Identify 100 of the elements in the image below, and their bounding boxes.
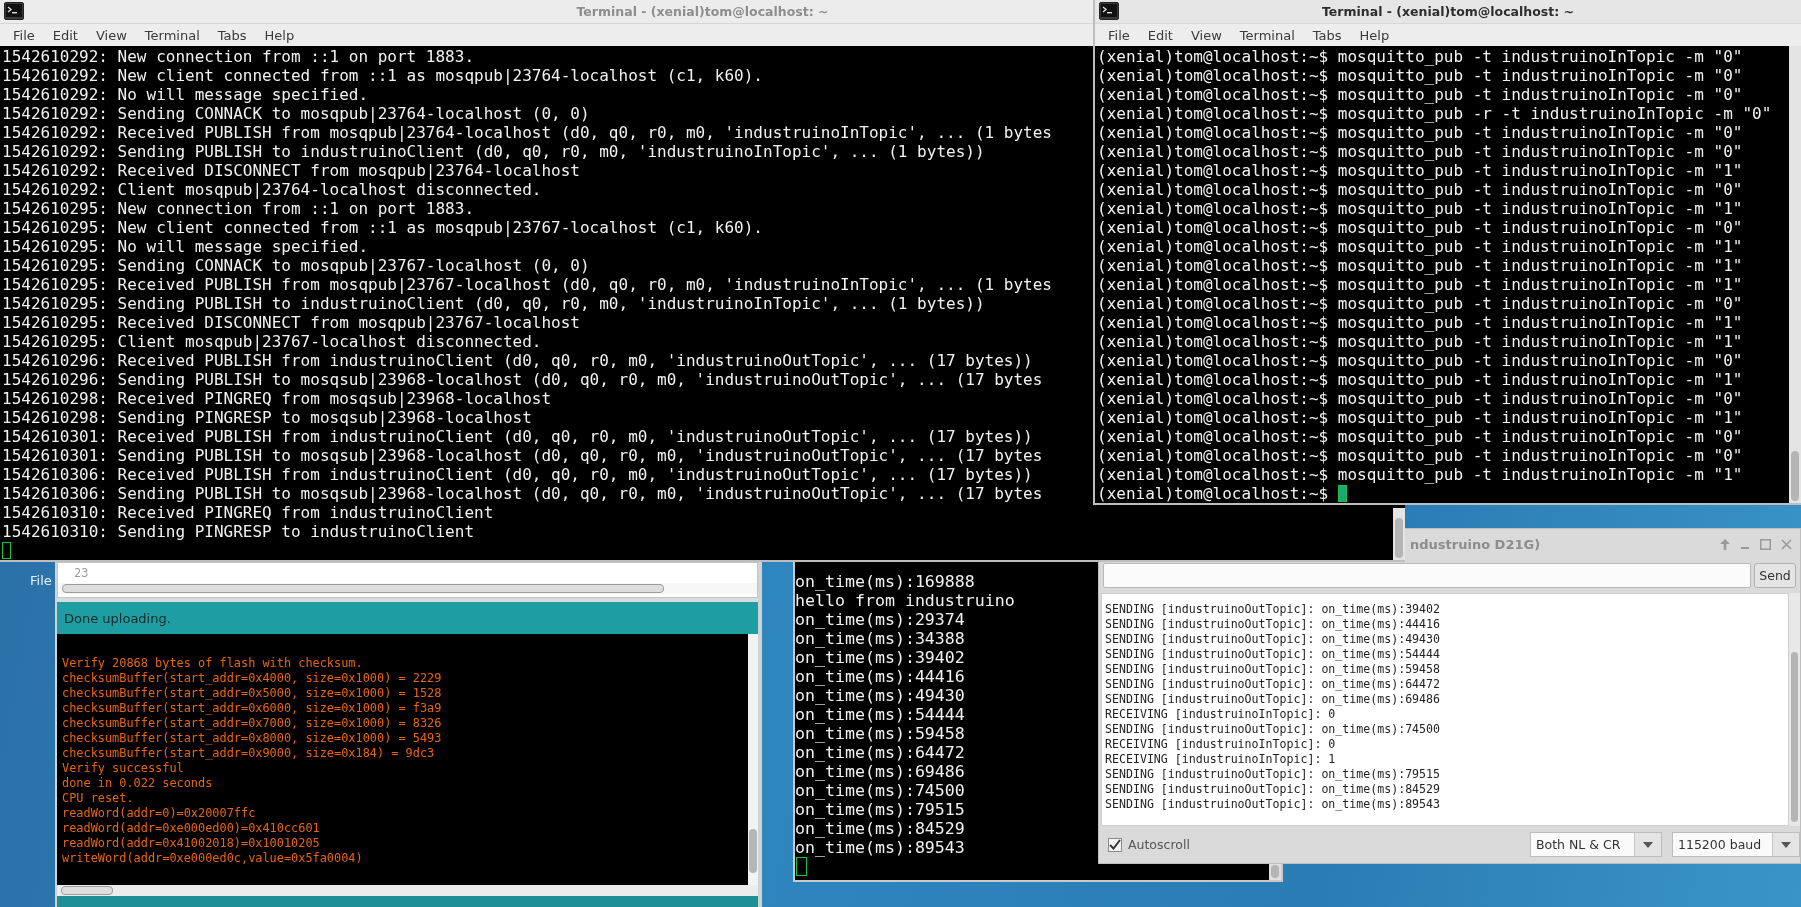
log-line: 1542610292: Client mosqpub|23764-localhost disconnected. [2, 180, 542, 199]
line-number: 23 [74, 566, 89, 580]
log-line: 1542610296: Received PUBLISH from industruinoClient (d0, q0, r0, m0, 'industruinoOutTopic', ... (17 bytes)) [2, 351, 1033, 370]
menu-item[interactable]: View [86, 27, 136, 43]
log-line: 1542610301: Sending PUBLISH to mosqsub|23968-localhost (d0, q0, r0, m0, 'industruinoOutTopic', ... (17 bytes [2, 446, 1043, 465]
menu-item[interactable]: File [4, 27, 44, 43]
command-line: (xenial)tom@localhost:~$ mosquitto_pub -t industruinoInTopic -m "1" [1097, 408, 1743, 427]
menu-item[interactable]: Tabs [1303, 27, 1351, 43]
command-line: (xenial)tom@localhost:~$ mosquitto_pub -t industruinoInTopic -m "0" [1097, 142, 1743, 161]
menu-item[interactable]: File [1099, 27, 1139, 43]
baud-rate-select[interactable]: 115200 baud [1672, 832, 1800, 857]
autoscroll-checkbox[interactable] [1108, 837, 1122, 852]
menu-item[interactable]: Tabs [208, 27, 256, 43]
output-line: on_time(ms):64472 [795, 743, 965, 762]
console-line: checksumBuffer(start_addr=0x5000, size=0x1000) = 1528 [62, 686, 442, 701]
log-line: 1542610292: Sending PUBLISH to industruinoClient (d0, q0, r0, m0, 'industruinoInTopic', ... (1 bytes)) [2, 142, 985, 161]
scrollbar-thumb[interactable] [1791, 652, 1798, 822]
output-line: on_time(ms):39402 [795, 648, 965, 667]
log-line: 1542610295: Sending PUBLISH to industruinoClient (d0, q0, r0, m0, 'industruinoInTopic', ... (1 bytes)) [2, 294, 985, 313]
menu-item[interactable]: File [30, 573, 52, 588]
log-line: 1542610306: Received PUBLISH from industruinoClient (d0, q0, r0, m0, 'industruinoOutTopic', ... (17 bytes)) [2, 465, 1033, 484]
menu-item[interactable]: Edit [1138, 27, 1182, 43]
scrollbar[interactable] [58, 583, 757, 594]
output-line: on_time(ms):169888 [795, 572, 975, 591]
console-line: Verify 20868 bytes of flash with checksum. [62, 656, 363, 671]
menu-item[interactable]: Terminal [1230, 27, 1304, 43]
log-line: 1542610298: Received PINGREQ from mosqsub|23968-localhost [2, 389, 552, 408]
scrollbar[interactable] [57, 885, 758, 896]
log-line: 1542610310: Received PINGREQ from industruinoClient [2, 503, 494, 522]
command-line: (xenial)tom@localhost:~$ mosquitto_pub -t industruinoInTopic -m "1" [1097, 199, 1743, 218]
checkbox-label: Autoscroll [1128, 837, 1191, 852]
command-line: (xenial)tom@localhost:~$ mosquitto_pub -t industruinoInTopic -m "0" [1097, 180, 1743, 199]
scrollbar[interactable] [1789, 593, 1800, 826]
console-line: CPU reset. [62, 791, 134, 806]
serial-line: SENDING [industruinoOutTopic]: on_time(ms):44416 [1105, 617, 1441, 632]
scrollbar-thumb[interactable] [62, 584, 664, 593]
log-line: 1542610296: Sending PUBLISH to mosqsub|23968-localhost (d0, q0, r0, m0, 'industruinoOutTopic', ... (17 bytes [2, 370, 1043, 389]
log-line: 1542610292: Received DISCONNECT from mosqpub|23764-localhost [2, 161, 580, 180]
serial-line: SENDING [industruinoOutTopic]: on_time(ms):39402 [1105, 602, 1441, 617]
command-line: (xenial)tom@localhost:~$ mosquitto_pub -t industruinoInTopic -m "1" [1097, 256, 1743, 275]
console-line: readWord(addr=0)=0x20007ffc [62, 806, 256, 821]
line-ending-select[interactable]: Both NL & CR [1530, 832, 1662, 857]
serial-line: SENDING [industruinoOutTopic]: on_time(ms):84529 [1105, 782, 1441, 797]
log-line: 1542610295: Received DISCONNECT from mosqpub|23767-localhost [2, 313, 580, 332]
command-line: (xenial)tom@localhost:~$ mosquitto_pub -t industruinoInTopic -m "0" [1097, 351, 1743, 370]
serial-line: RECEIVING [industruinoInTopic]: 1 [1105, 752, 1336, 767]
log-line: 1542610295: Sending CONNACK to mosqpub|23767-localhost (0, 0) [2, 256, 590, 275]
status-message: Done uploading. [64, 610, 171, 626]
log-line: 1542610295: Received PUBLISH from mosqpub|23767-localhost (d0, q0, r0, m0, 'industruinoInTopic', ... (1 bytes [2, 275, 1052, 294]
log-line: 1542610298: Sending PINGRESP to mosqsub|23968-localhost [2, 408, 532, 427]
scrollbar[interactable] [1789, 46, 1801, 503]
output-line: on_time(ms):89543 [795, 838, 965, 857]
serial-line: SENDING [industruinoOutTopic]: on_time(ms):74500 [1105, 722, 1441, 737]
log-line: 1542610295: New connection from ::1 on port 1883. [2, 199, 474, 218]
output-line: on_time(ms):49430 [795, 686, 965, 705]
console-line: checksumBuffer(start_addr=0x4000, size=0x1000) = 2229 [62, 671, 442, 686]
log-line: 1542610292: Received PUBLISH from mosqpub|23764-localhost (d0, q0, r0, m0, 'industruinoInTopic', ... (1 bytes [2, 123, 1052, 142]
scrollbar-thumb[interactable] [1395, 518, 1403, 558]
menu-item[interactable]: Help [255, 27, 304, 43]
command-line: (xenial)tom@localhost:~$ mosquitto_pub -t industruinoInTopic -m "1" [1097, 275, 1743, 294]
command-line: (xenial)tom@localhost:~$ mosquitto_pub -t industruinoInTopic -m "1" [1097, 465, 1743, 484]
output-line: hello from industruino [795, 591, 1015, 610]
scrollbar[interactable] [748, 634, 758, 885]
output-line: on_time(ms):74500 [795, 781, 965, 800]
log-line: 1542610292: New client connected from ::1 as mosqpub|23764-localhost (c1, k60). [2, 66, 763, 85]
console-line: readWord(addr=0xe000ed00)=0x410cc601 [62, 821, 320, 836]
console-line: readWord(addr=0x41002018)=0x10010205 [62, 836, 320, 851]
command-line: (xenial)tom@localhost:~$ mosquitto_pub -t industruinoInTopic -m "0" [1097, 66, 1743, 85]
scrollbar-thumb[interactable] [61, 886, 113, 895]
serial-line: SENDING [industruinoOutTopic]: on_time(ms):49430 [1105, 632, 1441, 647]
message-input-field[interactable] [1103, 563, 1751, 588]
log-line: 1542610310: Sending PINGRESP to industruinoClient [2, 522, 474, 541]
menu-item[interactable]: Edit [43, 27, 87, 43]
arrow-up-icon[interactable] [1720, 538, 1730, 550]
console-line: Verify successful [62, 761, 184, 776]
command-line: (xenial)tom@localhost:~$ mosquitto_pub -t industruinoInTopic -m "0" [1097, 47, 1743, 66]
window-title: ndustruino D21G) [1410, 536, 1542, 552]
serial-line: SENDING [industruinoOutTopic]: on_time(ms):64472 [1105, 677, 1441, 692]
console-line: checksumBuffer(start_addr=0x9000, size=0x184) = 9dc3 [62, 746, 435, 761]
send-button[interactable]: Send [1754, 563, 1796, 588]
output-line: on_time(ms):34388 [795, 629, 965, 648]
scrollbar[interactable] [1393, 508, 1405, 560]
log-line: 1542610301: Received PUBLISH from industruinoClient (d0, q0, r0, m0, 'industruinoOutTopic', ... (17 bytes)) [2, 427, 1033, 446]
serial-line: SENDING [industruinoOutTopic]: on_time(ms):89543 [1105, 797, 1441, 812]
scrollbar-thumb[interactable] [1791, 451, 1799, 501]
window-title: Terminal - (xenial)tom@localhost: ~ [1322, 4, 1574, 19]
scrollbar-thumb[interactable] [749, 829, 757, 873]
close-icon[interactable] [1781, 538, 1792, 550]
command-line: (xenial)tom@localhost:~$ mosquitto_pub -t industruinoInTopic -m "0" [1097, 218, 1743, 237]
output-line: on_time(ms):69486 [795, 762, 965, 781]
maximize-icon[interactable] [1760, 538, 1771, 550]
command-line: (xenial)tom@localhost:~$ mosquitto_pub -t industruinoInTopic -m "1" [1097, 370, 1743, 389]
menu-item[interactable]: Terminal [135, 27, 209, 43]
serial-line: SENDING [industruinoOutTopic]: on_time(ms):54444 [1105, 647, 1441, 662]
caret-icon [1643, 841, 1653, 848]
command-line: (xenial)tom@localhost:~$ mosquitto_pub -t industruinoInTopic -m "0" [1097, 294, 1743, 313]
output-line: on_time(ms):79515 [795, 800, 965, 819]
command-line: (xenial)tom@localhost:~$ mosquitto_pub -t industruinoInTopic -m "1" [1097, 237, 1743, 256]
menu-item[interactable]: Help [1350, 27, 1399, 43]
menu-item[interactable]: View [1181, 27, 1231, 43]
